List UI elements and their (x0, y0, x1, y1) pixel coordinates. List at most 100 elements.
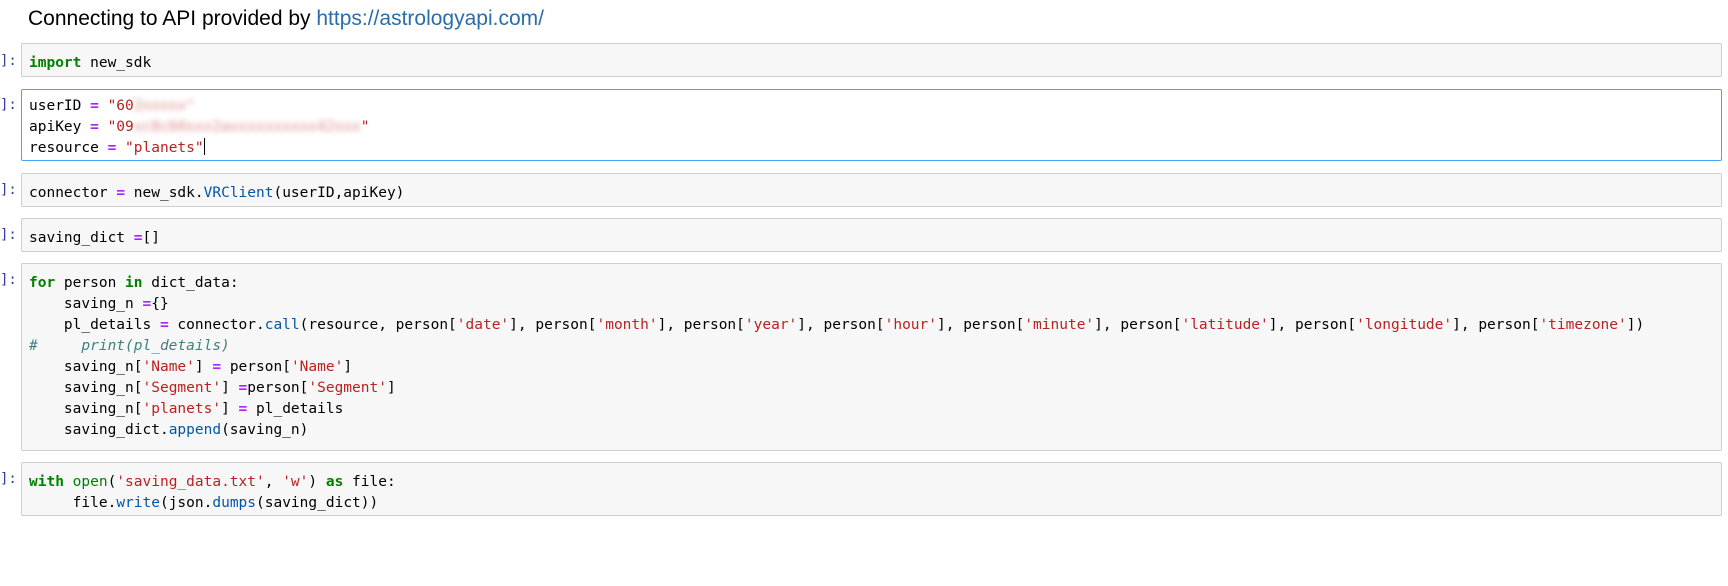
code-text: saving_n[ (29, 359, 143, 375)
code-text: saving_n[ (29, 401, 143, 417)
builtin-open: open (72, 474, 108, 490)
string-literal: 'timezone' (1539, 317, 1627, 333)
code-line: saving_n['planets'] = pl_details (29, 399, 1714, 420)
var-connector: connector (29, 185, 117, 201)
keyword-in: in (125, 275, 143, 291)
code-text: ], person[ (657, 317, 745, 333)
code-text: ], person[ (1094, 317, 1182, 333)
code-editor[interactable]: import new_sdk (29, 53, 1714, 74)
code-text: connector. (168, 317, 265, 333)
code-line: saving_dict =[] (29, 228, 1714, 249)
function-call: VRClient (203, 185, 274, 201)
code-text: saving_dict. (29, 422, 169, 438)
code-text: ], person[ (937, 317, 1025, 333)
list-literal: [] (142, 230, 160, 246)
code-text: (saving_dict)) (256, 495, 379, 511)
code-editor[interactable]: with open('saving_data.txt', 'w') as fil… (29, 472, 1714, 514)
keyword-with: with (29, 474, 64, 490)
string-literal: 'date' (456, 317, 510, 333)
operator: = (159, 317, 169, 333)
module-ref: new_sdk. (125, 185, 204, 201)
code-line: # print(pl_details) (29, 336, 1714, 357)
code-text: , (264, 474, 283, 490)
operator: = (90, 119, 99, 135)
cell-prompt: ]: (0, 53, 17, 69)
code-text: (resource, person[ (299, 317, 457, 333)
operator: = (212, 359, 222, 375)
cell-prompt: ]: (0, 471, 17, 487)
code-editor[interactable]: userID = "602xxxxx" apiKey = "09xc8c60xxx… (29, 96, 1714, 159)
operator: = (238, 401, 248, 417)
operator: = (90, 98, 99, 114)
function-call: call (264, 317, 300, 333)
operator: = (107, 140, 117, 156)
string-literal: 'minute' (1024, 317, 1095, 333)
code-text: {} (151, 296, 169, 312)
keyword-for: for (29, 275, 56, 291)
code-line: userID = "602xxxxx" (29, 96, 1714, 117)
code-text: file. (29, 495, 117, 511)
astrologyapi-link[interactable]: https://astrologyapi.com/ (316, 7, 544, 30)
string-literal: 'Segment' (308, 380, 387, 396)
string-literal: 'planets' (142, 401, 222, 417)
code-cell-import[interactable]: import new_sdk (21, 43, 1722, 77)
string-apikey: "09 (98, 119, 134, 135)
code-text: pl_details (29, 317, 160, 333)
code-line: saving_dict.append(saving_n) (29, 420, 1714, 441)
string-literal: 'Name' (142, 359, 195, 375)
code-text: file: (343, 474, 396, 490)
string-userid: "60 (98, 98, 134, 114)
code-editor[interactable]: connector = new_sdk.VRClient(userID,apiK… (29, 183, 1714, 204)
cell-prompt: ]: (0, 97, 17, 113)
string-literal: 'saving_data.txt' (116, 474, 265, 490)
code-text: ] (386, 380, 396, 396)
var-saving-dict: saving_dict (29, 230, 134, 246)
code-line: import new_sdk (29, 53, 1714, 74)
var-apikey: apiKey (29, 119, 91, 135)
function-call: append (168, 422, 222, 438)
code-line: pl_details = connector.call(resource, pe… (29, 315, 1714, 336)
code-line: saving_n ={} (29, 294, 1714, 315)
code-line: with open('saving_data.txt', 'w') as fil… (29, 472, 1714, 493)
code-cell-loop[interactable]: for person in dict_data: saving_n ={} pl… (21, 263, 1722, 451)
string-literal: 'month' (596, 317, 658, 333)
code-cell-credentials[interactable]: userID = "602xxxxx" apiKey = "09xc8c60xxx… (21, 89, 1722, 161)
code-text: ] (343, 359, 353, 375)
code-editor[interactable]: saving_dict =[] (29, 228, 1714, 249)
var-resource: resource (29, 140, 108, 156)
string-resource: "planets" (116, 140, 204, 156)
call-args: (userID,apiKey) (273, 185, 405, 201)
code-line: saving_n['Segment'] =person['Segment'] (29, 378, 1714, 399)
code-text: ], person[ (509, 317, 597, 333)
code-text: dict_data: (142, 275, 239, 291)
keyword-import: import (29, 55, 82, 71)
code-line: resource = "planets" (29, 138, 1714, 159)
code-line: file.write(json.dumps(saving_dict)) (29, 493, 1714, 514)
code-text: ]) (1626, 317, 1645, 333)
string-literal: 'latitude' (1181, 317, 1269, 333)
string-literal: 'Segment' (142, 380, 222, 396)
code-text: ] (221, 401, 239, 417)
operator: = (133, 230, 143, 246)
code-cell-connector[interactable]: connector = new_sdk.VRClient(userID,apiK… (21, 173, 1722, 207)
code-cell-write-file[interactable]: with open('saving_data.txt', 'w') as fil… (21, 462, 1722, 516)
code-line: saving_n['Name'] = person['Name'] (29, 357, 1714, 378)
code-editor[interactable]: for person in dict_data: saving_n ={} pl… (29, 273, 1714, 441)
string-literal: 'longitude' (1356, 317, 1453, 333)
code-text: ] (194, 359, 213, 375)
heading-text: Connecting to API provided by (28, 7, 317, 30)
cell-prompt: ]: (0, 227, 17, 243)
code-text: person[ (221, 359, 291, 375)
code-text: ( (107, 474, 117, 490)
code-cell-saving-dict[interactable]: saving_dict =[] (21, 218, 1722, 252)
operator: = (116, 185, 126, 201)
code-text: (saving_n) (221, 422, 309, 438)
code-line: apiKey = "09xc8c60xxx2axxxxxxxxxx42xxx" (29, 117, 1714, 138)
code-text: saving_n (29, 296, 143, 312)
var-userid: userID (29, 98, 91, 114)
code-text: ], person[ (1268, 317, 1357, 333)
code-line: connector = new_sdk.VRClient(userID,apiK… (29, 183, 1714, 204)
markdown-heading: Connecting to API provided by https://as… (28, 4, 544, 34)
code-text: saving_n[ (29, 380, 143, 396)
